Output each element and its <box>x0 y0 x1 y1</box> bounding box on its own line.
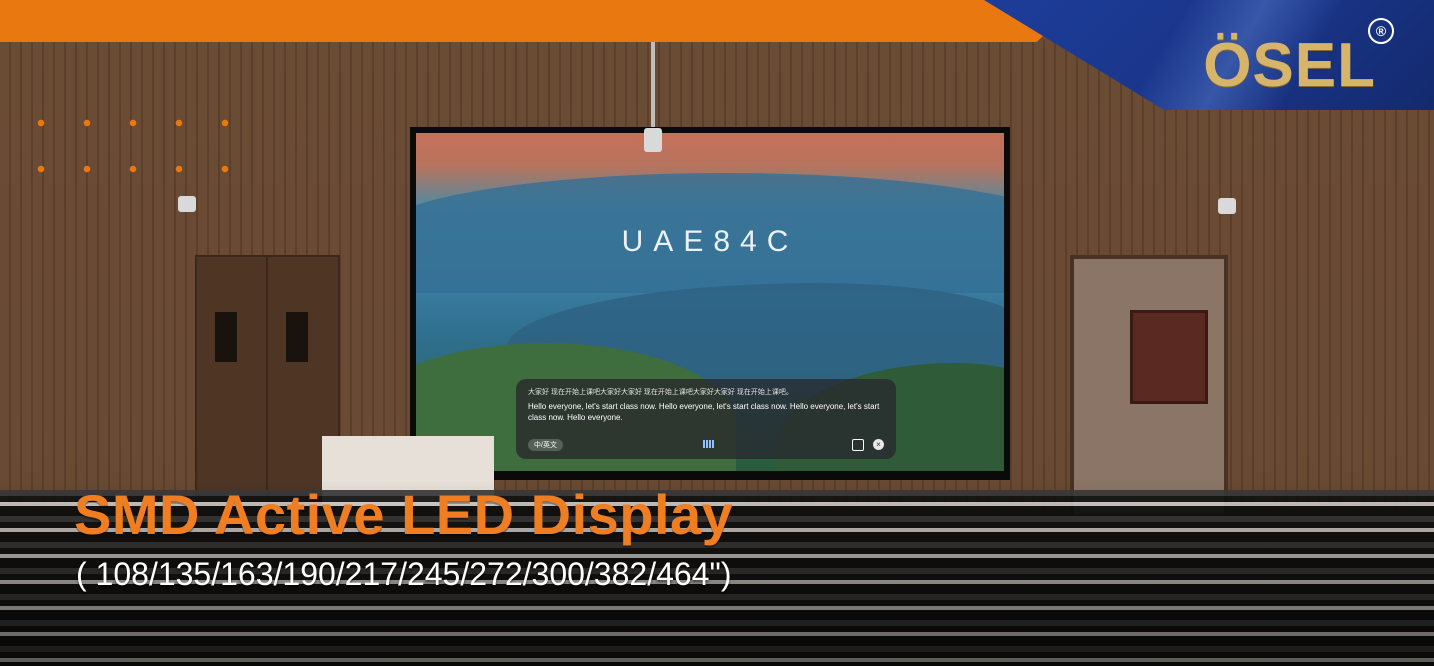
headline-title: SMD Active LED Display <box>74 483 734 546</box>
registered-mark: ® <box>1368 18 1394 44</box>
audio-wave-icon <box>703 440 715 448</box>
language-pill[interactable]: 中/英文 <box>528 439 563 451</box>
brand-logo: ÖSEL <box>1203 31 1376 100</box>
expand-icon[interactable] <box>852 439 864 451</box>
top-accent-bar <box>0 0 1080 42</box>
door-window <box>286 312 308 362</box>
projector <box>644 128 662 152</box>
live-caption-panel: 大家好 现在开始上课吧大家好大家好 现在开始上课吧大家好大家好 现在开始上课吧。… <box>516 379 896 459</box>
product-banner: UAE84C 大家好 现在开始上课吧大家好大家好 现在开始上课吧大家好大家好 现… <box>0 0 1434 666</box>
wall-cabinet <box>1130 310 1208 404</box>
left-door <box>195 255 269 509</box>
caption-footer: 中/英文 × <box>528 439 884 451</box>
caption-chinese-line: 大家好 现在开始上课吧大家好大家好 现在开始上课吧大家好大家好 现在开始上课吧。 <box>528 389 793 396</box>
door-window <box>215 312 237 362</box>
headline-sizes: ( 108/135/163/190/217/245/272/300/382/46… <box>76 556 732 592</box>
led-display-screen: UAE84C 大家好 现在开始上课吧大家好大家好 现在开始上课吧大家好大家好 现… <box>416 133 1004 471</box>
close-icon[interactable]: × <box>873 439 884 450</box>
screen-title: UAE84C <box>621 225 799 258</box>
projector-pole <box>651 40 655 130</box>
decorative-dot-grid <box>18 100 258 210</box>
wall-camera <box>1218 198 1236 214</box>
caption-english-text: Hello everyone, let's start class now. H… <box>528 402 880 422</box>
